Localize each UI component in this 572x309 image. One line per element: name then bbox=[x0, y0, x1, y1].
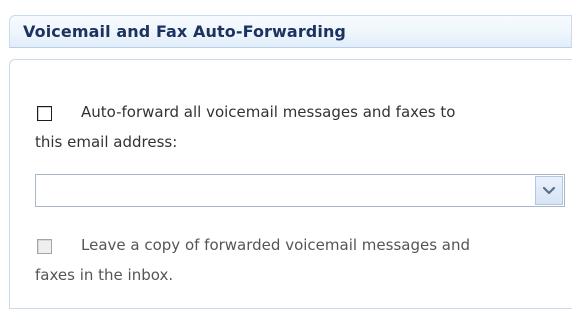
section-header: Voicemail and Fax Auto-Forwarding bbox=[9, 15, 572, 48]
chevron-down-icon bbox=[543, 186, 555, 194]
auto-forward-label-line1: Auto-forward all voicemail messages and … bbox=[81, 103, 456, 121]
auto-forward-label-line2: this email address: bbox=[35, 133, 178, 151]
section-title: Voicemail and Fax Auto-Forwarding bbox=[23, 22, 346, 41]
leave-copy-label-line2: faxes in the inbox. bbox=[35, 266, 174, 284]
select-dropdown-button[interactable] bbox=[535, 176, 563, 205]
section-body: Auto-forward all voicemail messages and … bbox=[9, 59, 572, 309]
leave-copy-checkbox[interactable] bbox=[37, 239, 52, 254]
voicemail-forwarding-section: Voicemail and Fax Auto-Forwarding Auto-f… bbox=[9, 15, 572, 309]
cropped-top-strip bbox=[0, 0, 572, 6]
auto-forward-checkbox[interactable] bbox=[37, 106, 52, 121]
forward-email-select[interactable] bbox=[35, 174, 565, 207]
leave-copy-label-line1: Leave a copy of forwarded voicemail mess… bbox=[81, 236, 471, 254]
